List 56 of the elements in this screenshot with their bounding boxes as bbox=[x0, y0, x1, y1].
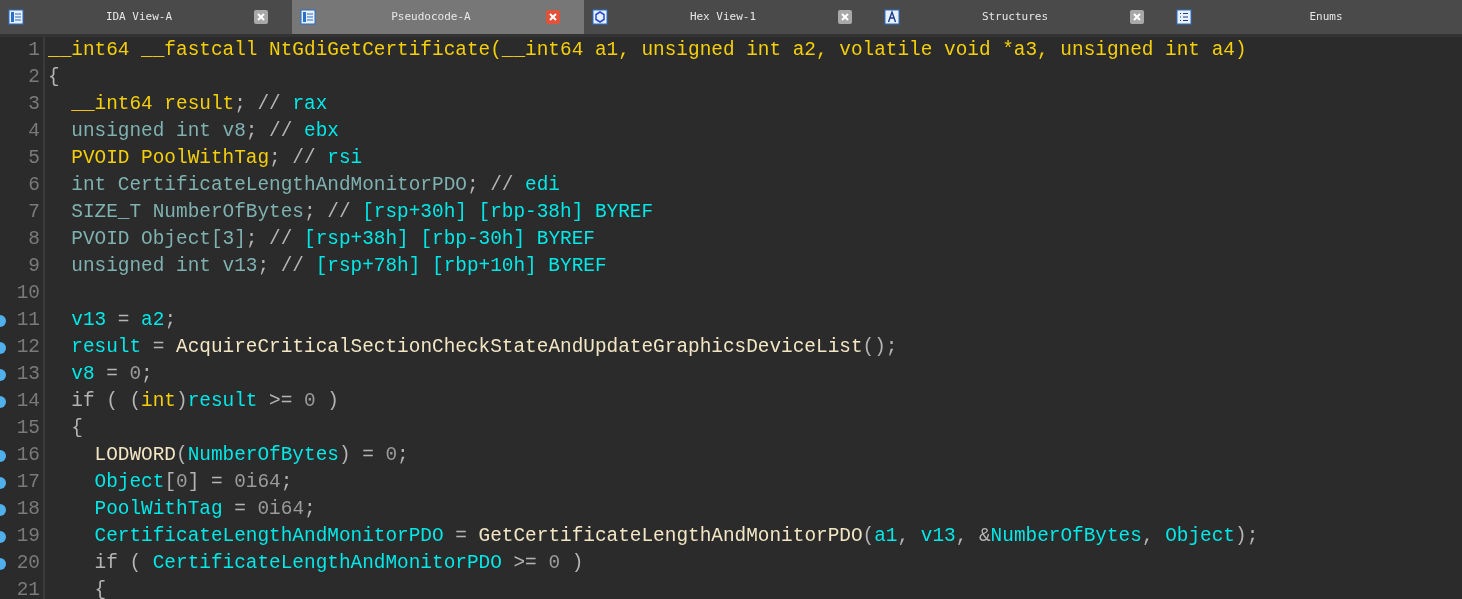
tab-label: Hex View-1 bbox=[688, 8, 758, 25]
code-line: unsigned int v13; // [rsp+78h] [rbp+10h] BYREF bbox=[70, 254, 607, 279]
tab-label: Structures bbox=[980, 8, 1050, 25]
tab-label: Pseudocode-A bbox=[390, 8, 472, 25]
code-line: { bbox=[70, 416, 83, 441]
code-line: if ( CertificateLengthAndMonitorPDO >= 0 ) bbox=[93, 551, 584, 576]
document-list-icon bbox=[8, 9, 24, 25]
line-number: 5 bbox=[27, 146, 40, 171]
line-number: 11 bbox=[15, 308, 40, 333]
code-line: unsigned int v8; // ebx bbox=[70, 119, 339, 144]
line-number: 1 bbox=[27, 38, 40, 63]
line-number: 19 bbox=[15, 524, 40, 549]
line-number: 9 bbox=[27, 254, 40, 279]
code-line: v13 = a2; bbox=[70, 308, 177, 333]
code-line: PVOID Object[3]; // [rsp+38h] [rbp-30h] BYREF bbox=[70, 227, 595, 252]
line-number: 8 bbox=[27, 227, 40, 252]
line-number: 7 bbox=[27, 200, 40, 225]
line-number: 2 bbox=[27, 65, 40, 90]
line-number: 6 bbox=[27, 173, 40, 198]
bullet-list-icon bbox=[1176, 9, 1192, 25]
document-list-icon bbox=[300, 9, 316, 25]
line-number: 4 bbox=[27, 119, 40, 144]
letter-a-icon bbox=[884, 9, 900, 25]
code-line: __int64 __fastcall NtGdiGetCertificate(__int64 a1, unsigned int a2, volatile void *a3, unsigned int a4) bbox=[48, 38, 1247, 63]
line-number: 12 bbox=[15, 335, 40, 360]
line-number: 14 bbox=[15, 389, 40, 414]
close-icon[interactable] bbox=[838, 10, 852, 24]
tab[interactable]: Pseudocode-A bbox=[292, 0, 584, 34]
code-line: LODWORD(NumberOfBytes) = 0; bbox=[93, 443, 409, 468]
line-number: 3 bbox=[27, 92, 40, 117]
line-number: 20 bbox=[15, 551, 40, 576]
code-line: { bbox=[48, 65, 60, 90]
line-number: 16 bbox=[15, 443, 40, 468]
code-line: if ( (int)result >= 0 ) bbox=[70, 389, 339, 414]
tab-label: IDA View-A bbox=[104, 8, 174, 25]
line-number: 10 bbox=[15, 281, 40, 306]
tab-label: Enums bbox=[1308, 8, 1344, 25]
close-icon[interactable] bbox=[254, 10, 268, 24]
code-line: int CertificateLengthAndMonitorPDO; // edi bbox=[70, 173, 560, 198]
close-icon[interactable] bbox=[546, 10, 560, 24]
code-line: __int64 result; // rax bbox=[70, 92, 328, 117]
close-icon[interactable] bbox=[1130, 10, 1144, 24]
line-number: 17 bbox=[15, 470, 40, 495]
code-line: SIZE_T NumberOfBytes; // [rsp+30h] [rbp-38h] BYREF bbox=[70, 200, 654, 225]
code-line: v8 = 0; bbox=[70, 362, 153, 387]
line-number: 18 bbox=[15, 497, 40, 522]
code-line: CertificateLengthAndMonitorPDO = GetCertificateLengthAndMonitorPDO(a1, v13, &NumberOfBytes, Object); bbox=[93, 524, 1259, 549]
hexagon-icon bbox=[592, 9, 608, 25]
line-number: 21 bbox=[15, 578, 40, 599]
code-line: { bbox=[93, 578, 107, 599]
code-line: PoolWithTag = 0i64; bbox=[93, 497, 316, 522]
code-line: result = AcquireCriticalSectionCheckStateAndUpdateGraphicsDeviceList(); bbox=[70, 335, 898, 360]
code-line: PVOID PoolWithTag; // rsi bbox=[70, 146, 363, 171]
line-number: 15 bbox=[15, 416, 40, 441]
line-number: 13 bbox=[15, 362, 40, 387]
code-line: Object[0] = 0i64; bbox=[93, 470, 293, 495]
